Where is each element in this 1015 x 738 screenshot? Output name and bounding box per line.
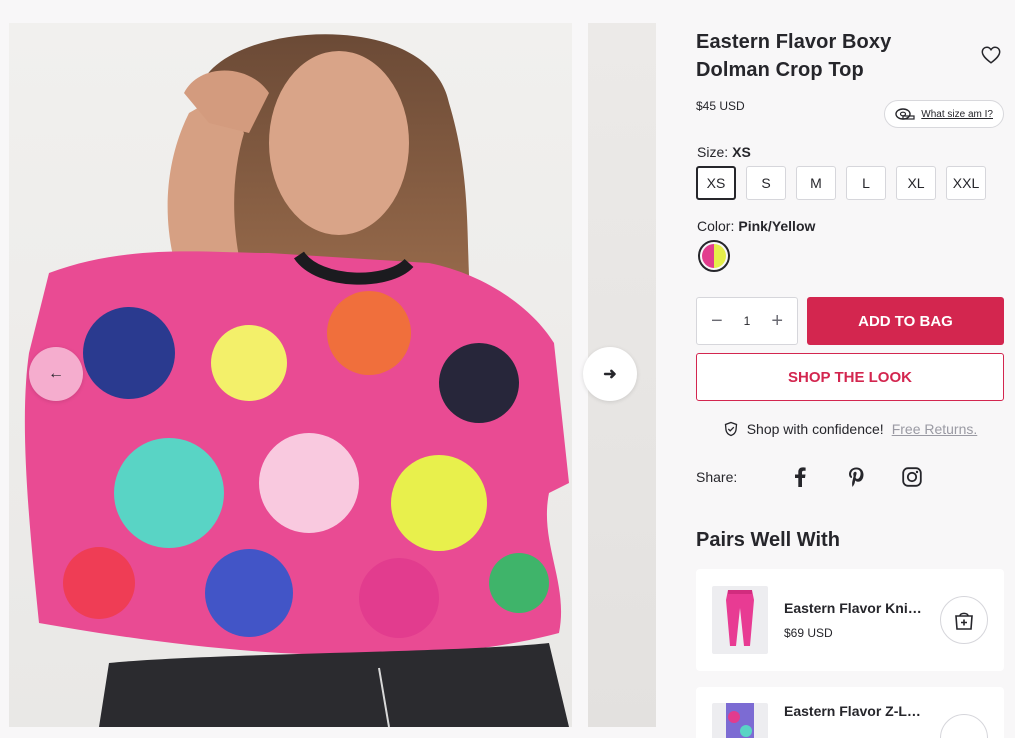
size-option-xxl[interactable]: XXL (946, 166, 986, 200)
add-pair-to-bag-button[interactable] (940, 714, 988, 738)
size-option-m[interactable]: M (796, 166, 836, 200)
pair-name[interactable]: Eastern Flavor Knit Joggers (784, 600, 924, 616)
pair-name[interactable]: Eastern Flavor Z-Line Leggings (784, 703, 924, 719)
color-label: Color: (697, 218, 735, 234)
pairs-well-with-title: Pairs Well With (696, 529, 840, 551)
size-option-xs[interactable]: XS (696, 166, 736, 200)
pair-price: $69 USD (784, 626, 833, 640)
add-pair-to-bag-button[interactable] (940, 596, 988, 644)
facebook-icon[interactable] (772, 467, 828, 487)
color-swatch-pink-yellow (702, 244, 726, 268)
pair-card[interactable]: Eastern Flavor Z-Line Leggings (696, 687, 1004, 738)
size-label: Size: (697, 144, 729, 160)
minus-icon[interactable]: − (711, 310, 723, 333)
pair-card[interactable]: Eastern Flavor Knit Joggers $69 USD (696, 569, 1004, 671)
gallery-prev-button[interactable]: ← (29, 347, 83, 401)
arrow-left-icon: ← (48, 365, 64, 382)
color-option-label: Color: Pink/Yellow (697, 218, 1004, 234)
product-price: $45 USD (696, 99, 745, 113)
quantity-stepper: − 1 + (696, 297, 798, 345)
heart-icon[interactable] (980, 44, 1002, 66)
bag-plus-icon (955, 612, 973, 630)
share-row: Share: (696, 467, 1004, 487)
share-label: Share: (696, 469, 738, 485)
size-option-s[interactable]: S (746, 166, 786, 200)
selected-color-value: Pink/Yellow (738, 218, 816, 234)
product-page: ← ➜ Eastern Flavor Boxy Dolman Crop Top … (0, 0, 1015, 738)
product-title: Eastern Flavor Boxy Dolman Crop Top (696, 31, 892, 81)
free-returns-link[interactable]: Free Returns. (892, 421, 978, 437)
pair-thumbnail (712, 703, 768, 738)
size-option-xl[interactable]: XL (896, 166, 936, 200)
shop-confidence: Shop with confidence! Free Returns. (696, 421, 1004, 437)
selected-size-value: XS (732, 144, 751, 160)
color-swatch-selected[interactable] (698, 240, 730, 272)
add-to-bag-button[interactable]: ADD TO BAG (807, 297, 1004, 345)
confidence-text: Shop with confidence! (746, 421, 884, 437)
arrow-right-icon: ➜ (603, 366, 617, 383)
size-options: XS S M L XL XXL (696, 166, 1004, 200)
size-option-label: Size: XS (697, 144, 1004, 160)
size-guide-label: What size am I? (921, 108, 993, 120)
gallery-next-button[interactable]: ➜ (583, 347, 637, 401)
shop-the-look-button[interactable]: SHOP THE LOOK (696, 353, 1004, 401)
size-option-l[interactable]: L (846, 166, 886, 200)
size-guide-button[interactable]: What size am I? (884, 100, 1004, 128)
instagram-icon[interactable] (884, 467, 940, 487)
product-panel: Eastern Flavor Boxy Dolman Crop Top $45 … (696, 28, 1004, 738)
model-photo-illustration (24, 34, 570, 727)
pinterest-icon[interactable] (828, 467, 884, 487)
measuring-tape-icon (895, 108, 915, 120)
pair-thumbnail (712, 586, 768, 654)
quantity-value[interactable]: 1 (744, 314, 751, 328)
shield-check-icon (724, 421, 737, 437)
product-gallery[interactable]: ← ➜ (9, 23, 656, 738)
product-photo-main (9, 23, 572, 727)
plus-icon[interactable]: + (771, 310, 783, 333)
